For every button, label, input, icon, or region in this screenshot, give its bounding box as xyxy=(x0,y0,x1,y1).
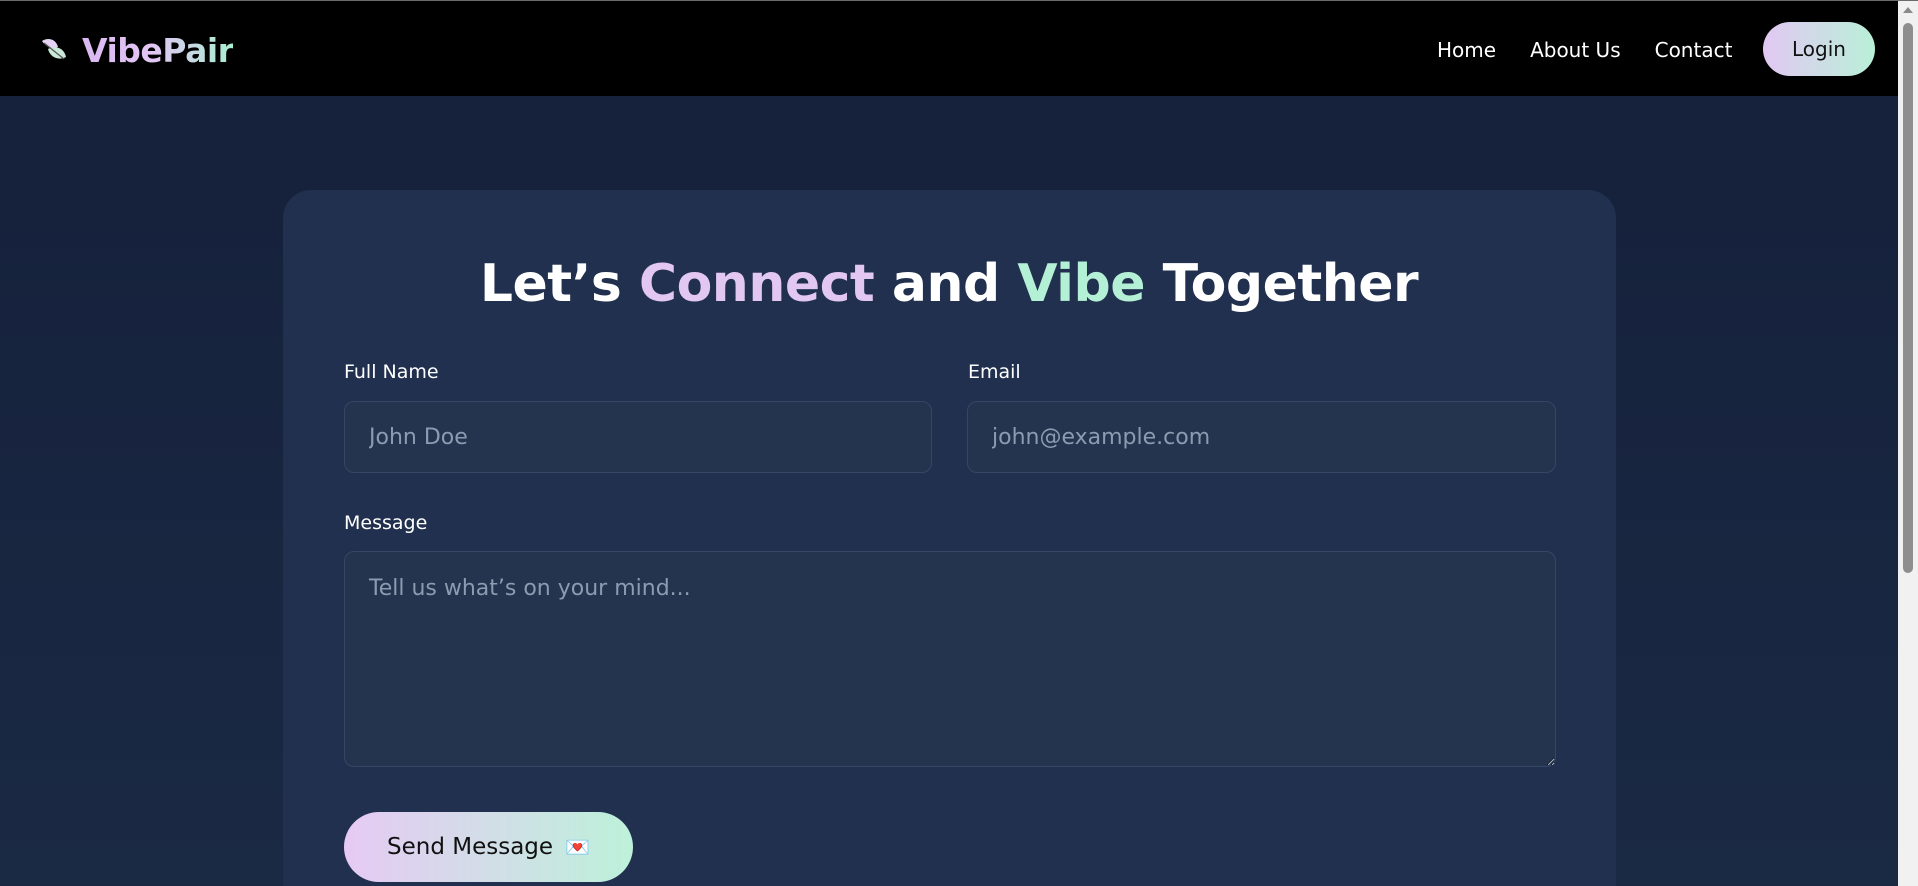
love-letter-icon: 💌 xyxy=(565,835,590,859)
title-highlight-connect: Connect xyxy=(638,254,875,314)
send-message-label: Send Message xyxy=(387,834,554,860)
nav-link-contact[interactable]: Contact xyxy=(1655,38,1733,62)
brand-name: VibePair xyxy=(82,30,234,70)
send-message-button[interactable]: Send Message 💌 xyxy=(344,812,633,882)
full-name-label: Full Name xyxy=(344,361,439,383)
title-part-3: Together xyxy=(1144,254,1419,314)
message-textarea[interactable] xyxy=(344,551,1556,767)
page-title: Let’s Connect and Vibe Together xyxy=(0,252,1898,316)
vertical-scrollbar[interactable] xyxy=(1898,1,1918,886)
nav-link-about-us[interactable]: About Us xyxy=(1530,38,1621,62)
login-button[interactable]: Login xyxy=(1763,22,1875,76)
scroll-up-arrow-icon[interactable] xyxy=(1903,7,1913,13)
title-part-1: Let’s xyxy=(479,254,639,314)
title-highlight-vibe: Vibe xyxy=(1017,254,1145,314)
nav-link-home[interactable]: Home xyxy=(1437,38,1496,62)
scrollbar-thumb[interactable] xyxy=(1903,23,1913,573)
nav-links: Home About Us Contact xyxy=(1437,29,1766,71)
top-navbar: VibePair Home About Us Contact Login xyxy=(0,1,1898,96)
leaf-icon xyxy=(38,35,68,65)
email-label: Email xyxy=(968,361,1021,383)
message-label: Message xyxy=(344,512,428,534)
full-name-input[interactable] xyxy=(344,401,932,473)
title-part-2: and xyxy=(874,254,1018,314)
email-input[interactable] xyxy=(967,401,1556,473)
brand-logo[interactable]: VibePair xyxy=(38,28,234,72)
